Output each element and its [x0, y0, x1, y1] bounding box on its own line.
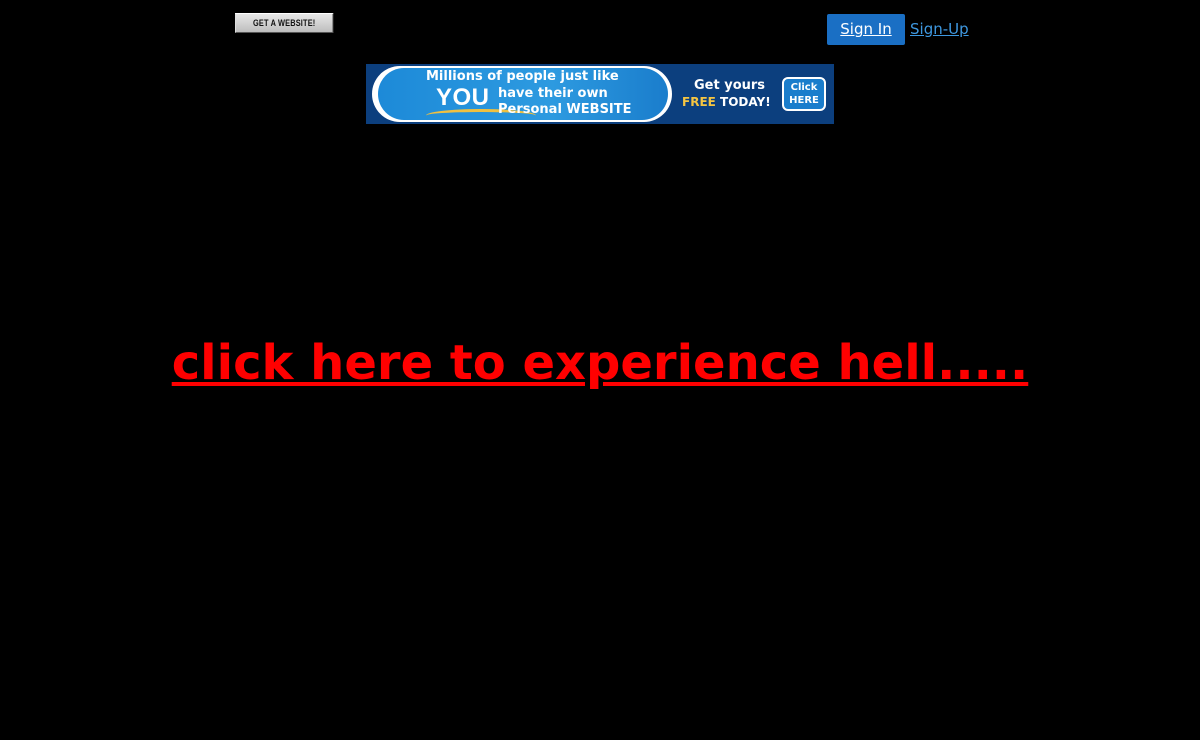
banner-click-here-button[interactable]: Click HERE	[782, 77, 826, 111]
banner-free-today: FREE TODAY!	[682, 95, 771, 109]
banner-subline-2: Personal WEBSITE	[498, 102, 632, 117]
get-a-website-button[interactable]: GET A WEBSITE!	[235, 13, 334, 33]
banner-here-label: HERE	[789, 95, 819, 106]
banner-you-text: YOU	[436, 84, 490, 111]
banner-headline: Millions of people just like	[426, 69, 619, 84]
website-ad-banner[interactable]: Millions of people just like YOU have th…	[366, 64, 834, 124]
banner-free-text: FREE	[682, 95, 716, 109]
banner-get-yours: Get yours	[694, 78, 766, 93]
page: GET A WEBSITE! Sign In Sign-Up Millions …	[0, 0, 1200, 740]
experience-hell-link[interactable]: click here to experience hell.....	[0, 335, 1200, 391]
banner-today-text: TODAY!	[720, 95, 771, 109]
sign-up-link[interactable]: Sign-Up	[910, 20, 969, 38]
banner-click-label: Click	[790, 82, 818, 93]
sign-in-button[interactable]: Sign In	[827, 14, 905, 45]
banner-subline-1: have their own	[498, 86, 608, 101]
